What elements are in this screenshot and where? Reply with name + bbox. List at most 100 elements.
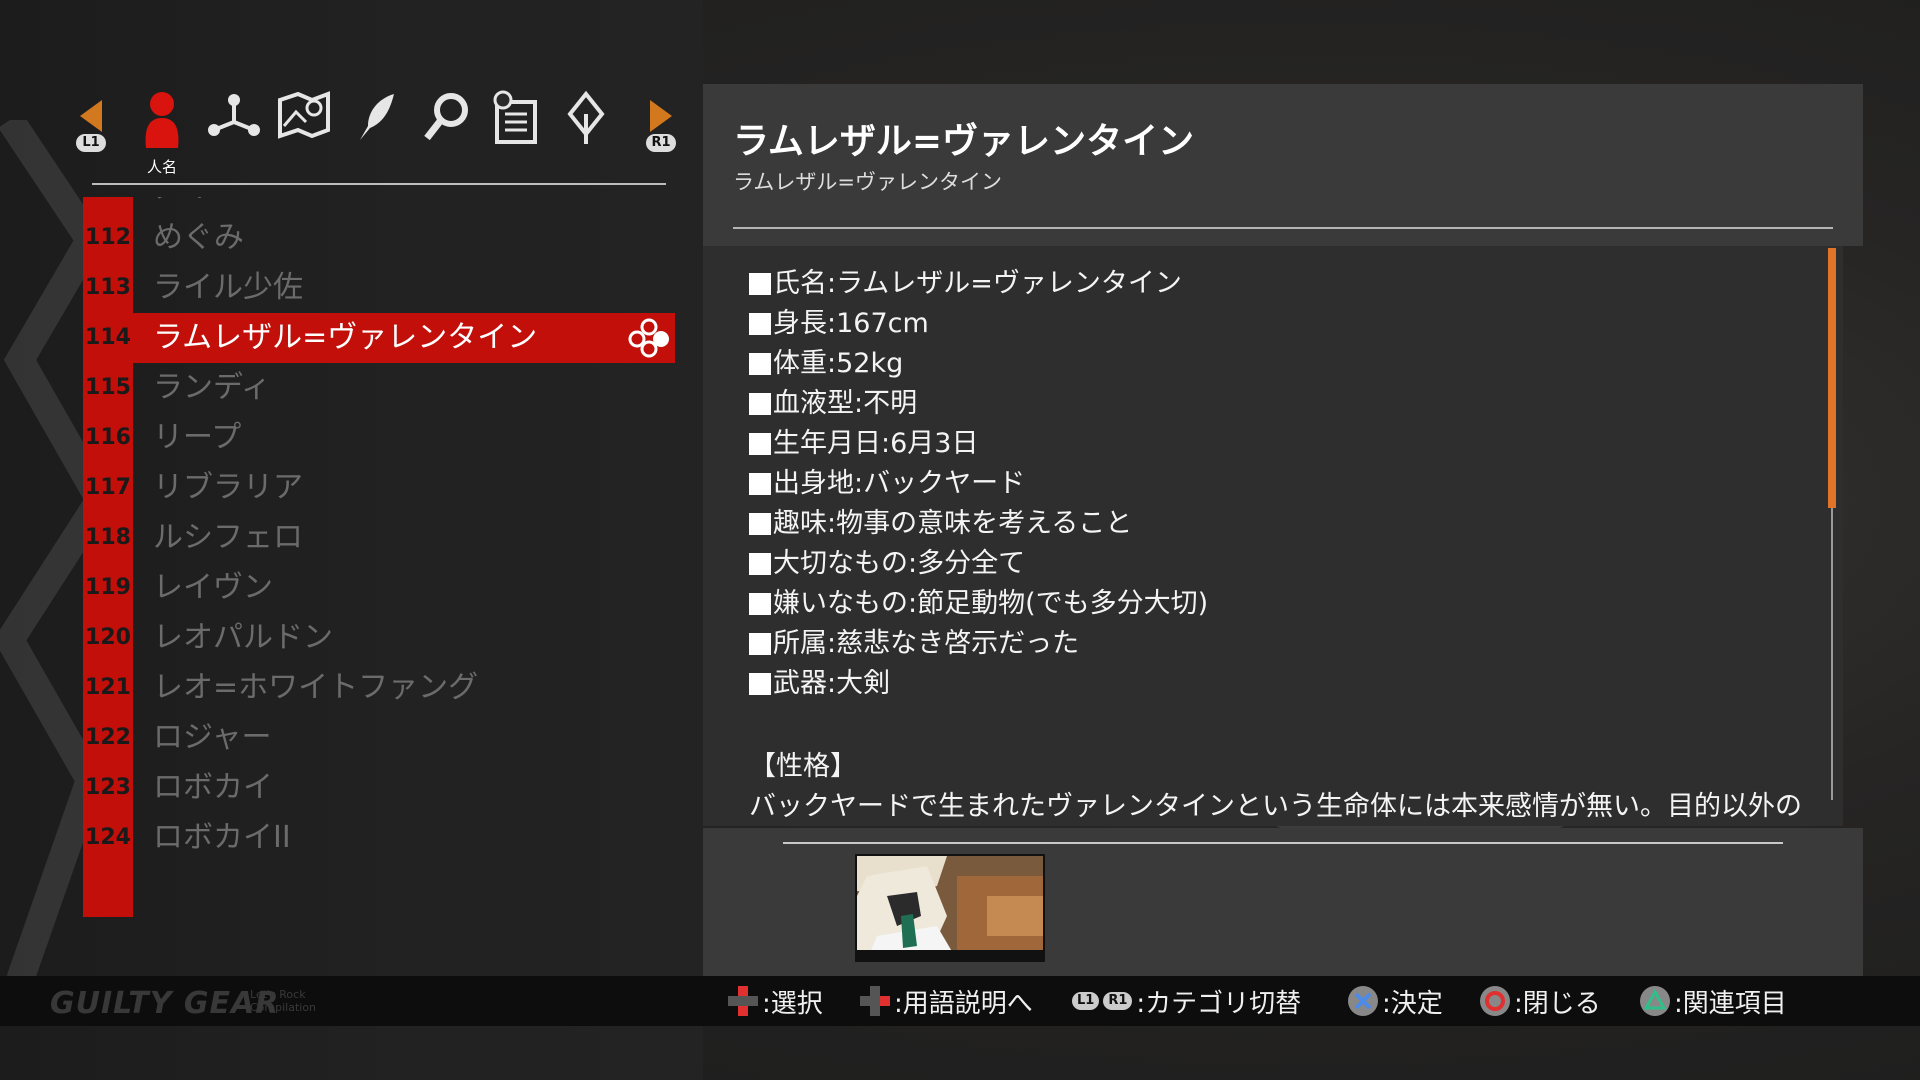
list-item-number: 122	[85, 725, 131, 750]
bullet-square-icon	[749, 273, 771, 295]
hint-related: :関連項目	[1638, 976, 1787, 1026]
list-item[interactable]: 112 めぐみ	[83, 213, 675, 263]
personality-text: バックヤードで生まれたヴァレンタインという生命体には本来感情が無い。目的以外の	[749, 791, 1802, 822]
profile-line: 武器:大剣	[749, 664, 1208, 704]
l1-button-icon: L1	[1072, 992, 1100, 1010]
category-tab-document[interactable]	[488, 90, 544, 156]
hint-glossary: :用語説明へ	[858, 976, 1033, 1026]
entry-header: ラムレザル=ヴァレンタイン ラムレザル=ヴァレンタイン	[703, 84, 1863, 246]
bullet-square-icon	[749, 673, 771, 695]
list-item-name: レオ=ホワイトファング	[153, 670, 479, 705]
media-divider	[783, 842, 1783, 844]
profile-lines: 氏名:ラムレザル=ヴァレンタイン 身長:167cm 体重:52kg 血液型:不明…	[749, 264, 1208, 704]
list-item[interactable]: 116 リープ	[83, 413, 675, 463]
clock-document-icon	[493, 90, 537, 144]
active-category-label: 人名	[146, 158, 177, 176]
footer-bar: GUILTY GEAR Let's Rock Compilation :選択 :…	[0, 976, 1920, 1026]
category-tab-search[interactable]	[418, 90, 474, 156]
list-item-number: 115	[85, 375, 131, 400]
profile-line: 出身地:バックヤード	[749, 464, 1208, 504]
list-item[interactable]: 118 ルシフェロ	[83, 513, 675, 563]
list-item-name: ラムレザル=ヴァレンタイン	[153, 320, 538, 355]
list-item-name: レオパルドン	[153, 620, 333, 655]
list-item-name: リブラリア	[153, 470, 303, 505]
game-logo: GUILTY GEAR Let's Rock Compilation	[50, 986, 317, 1021]
list-item-number: 111	[83, 197, 133, 213]
bullet-square-icon	[749, 433, 771, 455]
feather-icon	[360, 94, 394, 140]
triangle-button-icon	[1640, 986, 1670, 1016]
circle-button-icon	[1480, 986, 1510, 1016]
hint-select: :選択	[726, 976, 823, 1026]
list-item-name: ライル少佐	[153, 270, 303, 305]
person-icon	[145, 92, 179, 148]
list-item-name: ロボカイ	[153, 770, 273, 805]
list-item[interactable]: 117 リブラリア	[83, 463, 675, 513]
list-item[interactable]: 122 ロジャー	[83, 713, 675, 763]
list-item-name: ランディ	[153, 370, 271, 405]
category-bar: L1 人名 R1	[76, 90, 676, 180]
list-item-number: 112	[85, 225, 131, 250]
term-list: 111 ヌイ 112 めぐみ 113 ライル少佐 114 ラムレザル=ヴァレンタ…	[83, 197, 675, 917]
list-item[interactable]: 113 ライル少佐	[83, 263, 675, 313]
profile-line: 氏名:ラムレザル=ヴァレンタイン	[749, 264, 1208, 304]
profile-line: 生年月日:6月3日	[749, 424, 1208, 464]
list-item[interactable]: 119 レイヴン	[83, 563, 675, 613]
category-tab-person[interactable]: 人名	[134, 90, 190, 176]
profile-line: 体重:52kg	[749, 344, 1208, 384]
cross-button-icon	[1348, 986, 1378, 1016]
media-panel	[703, 828, 1863, 976]
list-item[interactable]: 111 ヌイ	[83, 197, 675, 213]
category-tab-map[interactable]	[276, 90, 332, 156]
bullet-square-icon	[749, 633, 771, 655]
entry-title: ラムレザル=ヴァレンタイン	[733, 121, 1195, 162]
list-item-number: 124	[85, 825, 131, 850]
hint-category-switch: L1 R1 :カテゴリ切替	[1072, 976, 1301, 1026]
entry-reading: ラムレザル=ヴァレンタイン	[733, 170, 1002, 194]
personality-heading: 【性格】	[749, 751, 857, 782]
list-item[interactable]: 123 ロボカイ	[83, 763, 675, 813]
bullet-square-icon	[749, 553, 771, 575]
list-item-name: ロボカイII	[153, 820, 291, 855]
list-item-number: 113	[85, 275, 131, 300]
detail-scrollbar-thumb[interactable]	[1828, 248, 1836, 508]
list-item-number: 119	[85, 575, 131, 600]
hint-confirm: :決定	[1346, 976, 1443, 1026]
profile-line: 大切なもの:多分全て	[749, 544, 1208, 584]
profile-line: 趣味:物事の意味を考えること	[749, 504, 1208, 544]
list-item-number: 121	[85, 675, 131, 700]
list-item-number: 120	[85, 625, 131, 650]
magnifier-icon	[424, 93, 468, 141]
list-item[interactable]: 121 レオ=ホワイトファング	[83, 663, 675, 713]
bullet-square-icon	[749, 513, 771, 535]
bullet-square-icon	[749, 473, 771, 495]
bullet-square-icon	[749, 393, 771, 415]
list-item-name: ルシフェロ	[153, 520, 303, 555]
dpad-updown-icon	[728, 986, 758, 1016]
flower-cursor-icon	[628, 318, 669, 358]
list-item[interactable]: 115 ランディ	[83, 363, 675, 413]
list-item-name: リープ	[153, 420, 242, 455]
entry-detail[interactable]: 氏名:ラムレザル=ヴァレンタイン 身長:167cm 体重:52kg 血液型:不明…	[703, 246, 1843, 826]
category-underline	[92, 183, 666, 185]
list-item-number: 123	[85, 775, 131, 800]
bullet-square-icon	[749, 313, 771, 335]
bullet-square-icon	[749, 593, 771, 615]
category-tab-feather[interactable]	[348, 90, 404, 156]
list-item-name: レイヴン	[153, 570, 273, 605]
category-tab-relation[interactable]	[206, 90, 262, 156]
r1-button-label: R1	[646, 134, 676, 152]
profile-line: 嫌いなもの:節足動物(でも多分大切)	[749, 584, 1208, 624]
character-thumbnail[interactable]	[855, 854, 1045, 962]
list-item[interactable]: 124 ロボカイII	[83, 813, 675, 863]
list-item-number: 114	[85, 325, 131, 350]
list-item-name: ヌイ	[153, 197, 213, 213]
category-tab-diamond[interactable]	[558, 90, 614, 156]
list-item-selected[interactable]: 114 ラムレザル=ヴァレンタイン	[83, 313, 675, 363]
profile-line: 所属:慈悲なき啓示だった	[749, 624, 1208, 664]
list-item-number: 118	[85, 525, 131, 550]
bullet-square-icon	[749, 353, 771, 375]
profile-line: 血液型:不明	[749, 384, 1208, 424]
list-item[interactable]: 120 レオパルドン	[83, 613, 675, 663]
profile-line: 身長:167cm	[749, 304, 1208, 344]
